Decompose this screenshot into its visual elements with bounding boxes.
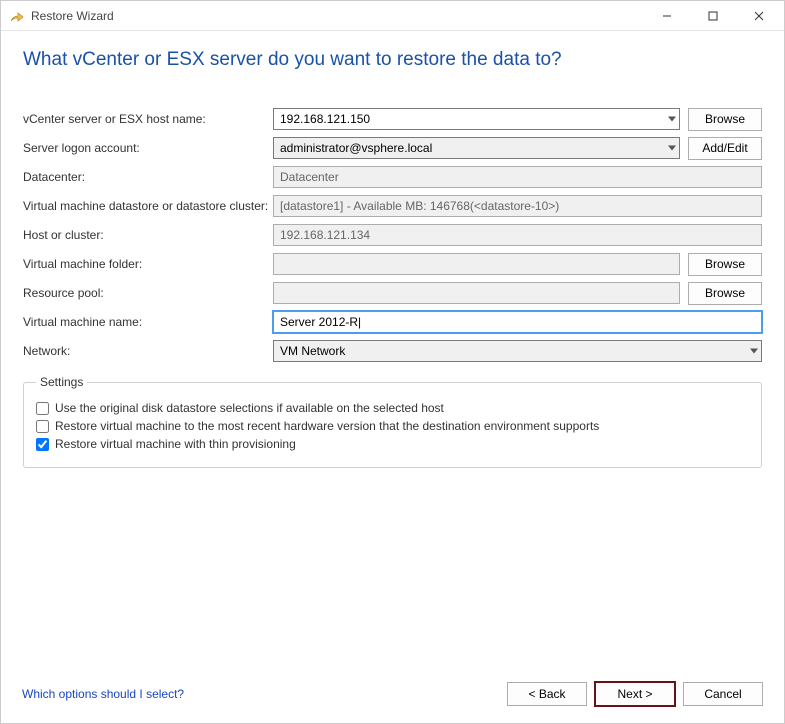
restore-latest-hw-label: Restore virtual machine to the most rece… (55, 419, 599, 433)
host-field (273, 224, 762, 246)
network-combo[interactable] (273, 340, 762, 362)
cancel-button[interactable]: Cancel (683, 682, 763, 706)
settings-group: Settings Use the original disk datastore… (23, 375, 762, 468)
browse-vmfolder-button[interactable]: Browse (688, 253, 762, 276)
back-button[interactable]: < Back (507, 682, 587, 706)
restore-latest-hw-checkbox[interactable] (36, 420, 49, 433)
close-button[interactable] (736, 1, 782, 31)
settings-legend: Settings (36, 375, 87, 389)
thin-provisioning-checkbox[interactable] (36, 438, 49, 451)
datastore-field (273, 195, 762, 217)
vmfolder-field (273, 253, 680, 275)
help-link[interactable]: Which options should I select? (22, 687, 184, 701)
vmname-label: Virtual machine name: (23, 315, 273, 329)
maximize-button[interactable] (690, 1, 736, 31)
vcenter-combo[interactable] (273, 108, 680, 130)
use-original-datastore-checkbox[interactable] (36, 402, 49, 415)
page-heading: What vCenter or ESX server do you want t… (23, 49, 762, 71)
respool-field (273, 282, 680, 304)
vmfolder-label: Virtual machine folder: (23, 257, 273, 271)
datacenter-field (273, 166, 762, 188)
vmname-input[interactable] (273, 311, 762, 333)
datastore-label: Virtual machine datastore or datastore c… (23, 199, 273, 213)
network-label: Network: (23, 344, 273, 358)
respool-label: Resource pool: (23, 286, 273, 300)
host-label: Host or cluster: (23, 228, 273, 242)
window-title: Restore Wizard (31, 9, 644, 23)
thin-provisioning-label: Restore virtual machine with thin provis… (55, 437, 296, 451)
vcenter-label: vCenter server or ESX host name: (23, 112, 273, 126)
datacenter-label: Datacenter: (23, 170, 273, 184)
browse-respool-button[interactable]: Browse (688, 282, 762, 305)
app-icon (9, 8, 25, 24)
add-edit-button[interactable]: Add/Edit (688, 137, 762, 160)
logon-label: Server logon account: (23, 141, 273, 155)
logon-combo[interactable] (273, 137, 680, 159)
browse-vcenter-button[interactable]: Browse (688, 108, 762, 131)
minimize-button[interactable] (644, 1, 690, 31)
next-button[interactable]: Next > (595, 682, 675, 706)
use-original-datastore-label: Use the original disk datastore selectio… (55, 401, 444, 415)
